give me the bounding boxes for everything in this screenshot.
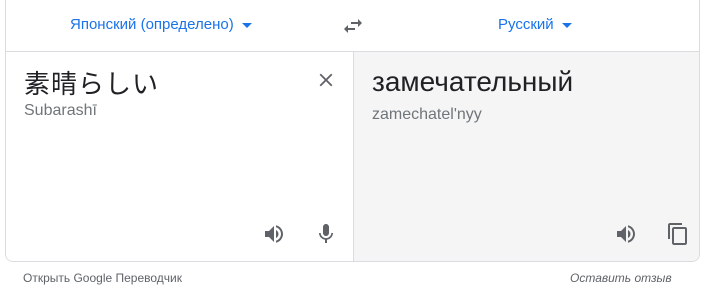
translate-card: Японский (определено) Русский 素晴らしい Suba…	[5, 0, 700, 262]
chevron-down-icon	[561, 23, 572, 28]
clear-button[interactable]	[312, 66, 340, 94]
mic-icon	[319, 224, 333, 243]
chevron-down-icon	[241, 23, 252, 28]
source-listen-button[interactable]	[260, 220, 288, 248]
translation-transliteration: zamechatel'nyy	[372, 106, 482, 123]
speaker-icon	[617, 225, 635, 243]
copy-translation-button[interactable]	[664, 220, 692, 248]
target-language-selector[interactable]: Русский	[498, 16, 572, 33]
close-icon	[319, 73, 333, 87]
source-transliteration: Subarashī	[24, 102, 97, 119]
source-language-label: Японский (определено)	[70, 16, 234, 33]
swap-languages-button[interactable]	[338, 12, 368, 40]
speaker-icon	[265, 225, 283, 243]
open-google-translate-link[interactable]: Открыть Google Переводчик	[23, 271, 182, 285]
copy-icon	[668, 223, 687, 245]
microphone-button[interactable]	[312, 220, 340, 248]
source-text[interactable]: 素晴らしい	[24, 64, 159, 101]
target-language-label: Русский	[498, 16, 554, 33]
target-pane: замечательный zamechatel'nyy	[353, 52, 699, 261]
source-pane[interactable]: 素晴らしい Subarashī	[6, 52, 353, 261]
language-bar: Японский (определено) Русский	[6, 0, 699, 52]
source-language-selector[interactable]: Японский (определено)	[70, 16, 252, 33]
send-feedback-link[interactable]: Оставить отзыв	[570, 271, 672, 285]
translation-listen-button[interactable]	[612, 220, 640, 248]
translation-text: замечательный	[372, 66, 574, 97]
swap-arrows-icon	[344, 19, 362, 33]
